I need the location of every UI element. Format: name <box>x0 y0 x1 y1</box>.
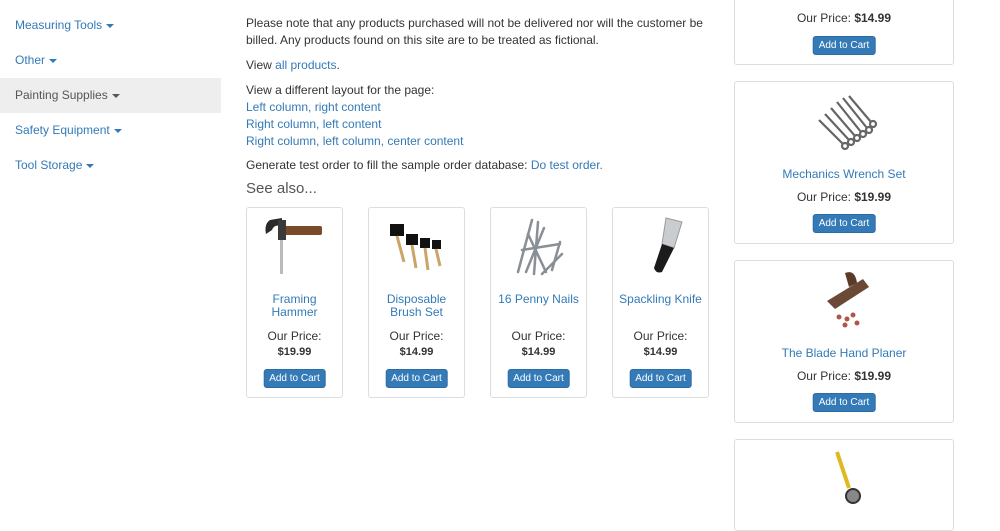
product-card-right-4 <box>734 439 954 531</box>
caret-down-icon <box>111 93 120 98</box>
layout-options: View a different layout for the page: Le… <box>246 82 463 150</box>
sidebar-item-tool-storage[interactable]: Tool Storage <box>0 148 221 183</box>
layout-three-column-link[interactable]: Right column, left column, center conten… <box>246 134 463 148</box>
product-card-blade-hand-planer: The Blade Hand Planer Our Price: $19.99 … <box>734 260 954 423</box>
view-all-line: View all products. <box>246 58 340 72</box>
all-products-link[interactable]: all products <box>275 58 336 72</box>
product-card-disposable-brush-set: Disposable Brush Set Our Price: $14.99 A… <box>368 207 465 398</box>
product-price-line: Our Price: $14.99 <box>735 11 953 25</box>
hammer-icon[interactable] <box>247 214 342 284</box>
product-price-line: Our Price: $19.99 <box>735 190 953 204</box>
product-price: $14.99 <box>854 11 892 25</box>
price-label: Our Price: <box>511 329 566 343</box>
layout-left-column-link[interactable]: Left column, right content <box>246 100 381 114</box>
product-price-line: Our Price: $19.99 <box>735 369 953 383</box>
add-to-cart-button[interactable]: Add to Cart <box>812 393 876 412</box>
do-test-order-link[interactable]: Do test order. <box>531 158 603 172</box>
product-name-link[interactable]: Mechanics Wrench Set <box>735 167 953 181</box>
view-prefix: View <box>246 58 272 72</box>
price-label: Our Price: <box>389 329 444 343</box>
sidebar-item-label: Tool Storage <box>15 158 83 172</box>
see-also-heading: See also... <box>246 180 317 197</box>
product-card-framing-hammer: Framing Hammer Our Price: $19.99 Add to … <box>246 207 343 398</box>
product-card-spackling-knife: Spackling Knife Our Price: $14.99 Add to… <box>612 207 709 398</box>
price-label: Our Price: <box>267 329 322 343</box>
wrench-set-icon[interactable] <box>735 90 953 160</box>
knife-icon[interactable] <box>613 214 708 284</box>
product-price: $19.99 <box>277 346 312 358</box>
layout-heading: View a different layout for the page: <box>246 83 435 97</box>
price-label: Our Price: <box>796 369 851 383</box>
tape-measure-icon[interactable] <box>735 448 953 518</box>
sidebar-item-label: Painting Supplies <box>15 88 108 102</box>
brush-set-icon[interactable] <box>369 214 464 284</box>
category-sidebar: Measuring Tools Other Painting Supplies … <box>0 8 221 183</box>
product-card-right-1: Our Price: $14.99 Add to Cart <box>734 0 954 65</box>
sidebar-item-painting-supplies[interactable]: Painting Supplies <box>0 78 221 113</box>
add-to-cart-button[interactable]: Add to Cart <box>385 369 448 388</box>
product-price: $14.99 <box>521 346 556 358</box>
product-card-16-penny-nails: 16 Penny Nails Our Price: $14.99 Add to … <box>490 207 587 398</box>
product-name-link[interactable]: 16 Penny Nails <box>495 293 582 306</box>
product-name-link[interactable]: Framing Hammer <box>251 293 338 319</box>
add-to-cart-button[interactable]: Add to Cart <box>507 369 570 388</box>
nails-icon[interactable] <box>491 214 586 284</box>
test-order-line: Generate test order to fill the sample o… <box>246 157 603 174</box>
test-order-prefix: Generate test order to fill the sample o… <box>246 158 528 172</box>
product-price: $14.99 <box>399 346 434 358</box>
product-price: $19.99 <box>854 369 892 383</box>
add-to-cart-button[interactable]: Add to Cart <box>263 369 326 388</box>
sidebar-item-other[interactable]: Other <box>0 43 221 78</box>
sidebar-item-safety-equipment[interactable]: Safety Equipment <box>0 113 221 148</box>
add-to-cart-button[interactable]: Add to Cart <box>812 36 876 55</box>
price-label: Our Price: <box>633 329 688 343</box>
product-card-mechanics-wrench-set: Mechanics Wrench Set Our Price: $19.99 A… <box>734 81 954 244</box>
caret-down-icon <box>86 163 95 168</box>
sidebar-item-measuring-tools[interactable]: Measuring Tools <box>0 8 221 43</box>
product-name-link[interactable]: Disposable Brush Set <box>373 293 460 319</box>
hand-planer-icon[interactable] <box>735 265 953 335</box>
sidebar-item-label: Other <box>15 53 46 67</box>
product-price: $19.99 <box>854 190 892 204</box>
sidebar-item-label: Measuring Tools <box>15 18 103 32</box>
product-price: $14.99 <box>643 346 678 358</box>
sidebar-item-label: Safety Equipment <box>15 123 110 137</box>
caret-down-icon <box>113 128 122 133</box>
fictional-notice: Please note that any products purchased … <box>246 16 703 47</box>
product-name-link[interactable]: The Blade Hand Planer <box>735 346 953 360</box>
add-to-cart-button[interactable]: Add to Cart <box>812 214 876 233</box>
product-name-link[interactable]: Spackling Knife <box>617 293 704 306</box>
add-to-cart-button[interactable]: Add to Cart <box>629 369 692 388</box>
caret-down-icon <box>49 58 58 63</box>
caret-down-icon <box>106 23 115 28</box>
price-label: Our Price: <box>796 190 851 204</box>
layout-right-column-link[interactable]: Right column, left content <box>246 117 381 131</box>
price-label: Our Price: <box>796 11 851 25</box>
